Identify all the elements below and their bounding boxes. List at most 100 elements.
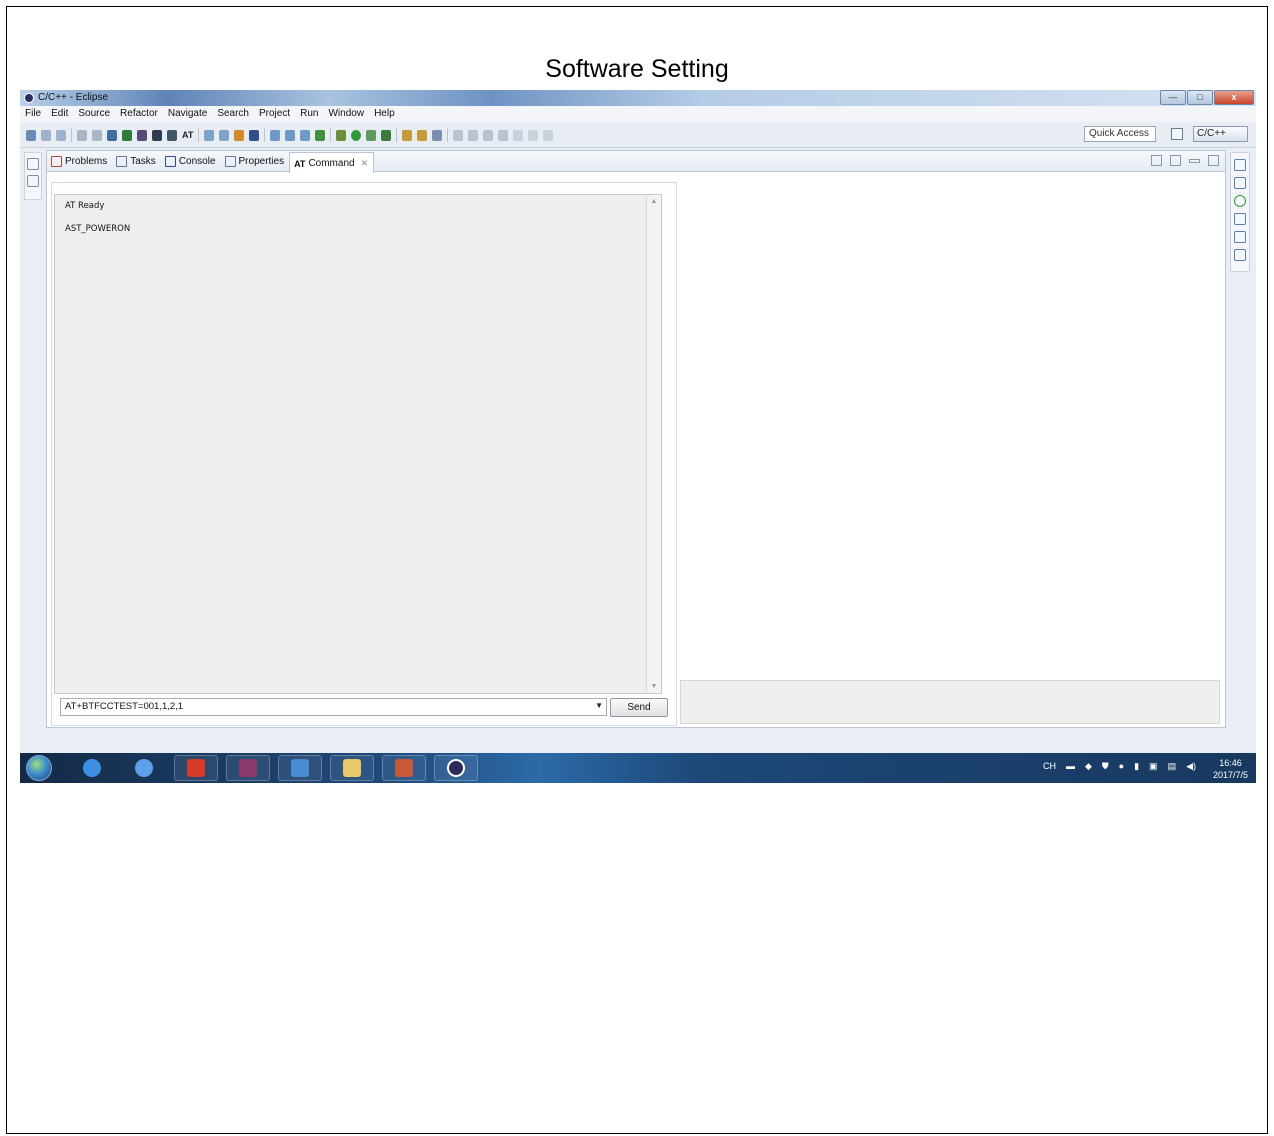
new-folder-icon[interactable]: [285, 129, 296, 141]
folder-trim-icon[interactable]: [27, 175, 39, 187]
restore-icon[interactable]: [1234, 231, 1246, 243]
save-icon[interactable]: [41, 129, 51, 141]
close-button[interactable]: x: [1214, 90, 1254, 105]
pin-icon[interactable]: [1170, 155, 1181, 166]
security-icon[interactable]: ◆: [1085, 761, 1092, 772]
clock[interactable]: 16:46 2017/7/5: [1213, 757, 1248, 781]
debug-run-icon[interactable]: [336, 129, 347, 141]
maximize-view-icon[interactable]: [1208, 155, 1219, 166]
keyboard-icon[interactable]: ▬: [1066, 761, 1075, 772]
new-source-icon[interactable]: [300, 129, 311, 141]
open-perspective-icon[interactable]: [1171, 128, 1183, 140]
restore-icon[interactable]: [1234, 159, 1246, 171]
at-command-icon[interactable]: AT: [182, 130, 193, 140]
bug-icon[interactable]: [137, 129, 147, 141]
monitor-icon[interactable]: [152, 129, 162, 141]
grid-icon[interactable]: [167, 129, 177, 141]
make-target-icon[interactable]: [1234, 195, 1246, 207]
toolbar-separator: [198, 128, 200, 142]
taskbar-app[interactable]: [434, 755, 478, 781]
menu-refactor[interactable]: Refactor: [115, 106, 163, 122]
next-annotation-icon[interactable]: [483, 129, 494, 141]
right-input-pane[interactable]: [680, 680, 1220, 724]
pen-icon[interactable]: [432, 129, 443, 141]
menu-source[interactable]: Source: [73, 106, 115, 122]
scroll-up-icon[interactable]: ▲: [647, 198, 661, 205]
taskbar-app[interactable]: [382, 755, 426, 781]
tab-at-command[interactable]: AT Command ✕: [289, 152, 375, 173]
network-tray-icon[interactable]: ▣: [1149, 761, 1158, 772]
menu-window[interactable]: Window: [323, 106, 369, 122]
hammer-icon[interactable]: [92, 129, 102, 141]
menu-project[interactable]: Project: [254, 106, 295, 122]
display-icon[interactable]: ▤: [1168, 761, 1177, 772]
vertical-scrollbar[interactable]: ▲ ▼: [646, 195, 661, 693]
build-icon[interactable]: [77, 129, 87, 141]
tasks-icon: [116, 155, 128, 167]
output-area[interactable]: AT Ready AST_POWERON ▲ ▼: [54, 194, 662, 694]
taskbar-app[interactable]: [122, 755, 166, 781]
outline-icon[interactable]: [1234, 177, 1246, 189]
menu-help[interactable]: Help: [369, 106, 400, 122]
save-all-icon[interactable]: [56, 129, 66, 141]
restore-icon[interactable]: [27, 158, 39, 170]
open-folder-icon[interactable]: [402, 129, 413, 141]
tab-console[interactable]: Console: [161, 151, 221, 170]
close-tab-icon[interactable]: ✕: [361, 158, 369, 169]
last-edit-icon[interactable]: [513, 129, 524, 141]
taskbar-app[interactable]: [226, 755, 270, 781]
chip-icon[interactable]: [122, 129, 132, 141]
minimize-view-icon[interactable]: [1189, 159, 1200, 163]
open-project-icon[interactable]: [417, 129, 428, 141]
scroll-down-icon[interactable]: ▼: [647, 683, 661, 690]
refresh-icon[interactable]: [315, 129, 326, 141]
taskbar-app[interactable]: [70, 755, 114, 781]
language-indicator[interactable]: CH: [1043, 761, 1056, 772]
eclipse-icon: [24, 93, 34, 103]
quick-access-input[interactable]: Quick Access: [1084, 126, 1156, 142]
back-icon[interactable]: [528, 129, 539, 141]
debug-icon[interactable]: [107, 129, 117, 141]
forward-icon[interactable]: [543, 129, 554, 141]
external-tools-icon[interactable]: [381, 129, 392, 141]
tab-problems[interactable]: Problems: [47, 151, 112, 170]
tab-properties[interactable]: Properties: [221, 151, 290, 170]
menu-run[interactable]: Run: [295, 106, 323, 122]
chevron-down-icon[interactable]: ▼: [595, 701, 603, 710]
at-icon: AT: [294, 158, 306, 169]
mark-icon[interactable]: [468, 129, 479, 141]
open-type-icon[interactable]: [204, 129, 215, 141]
taskbar-app[interactable]: [330, 755, 374, 781]
new-class-icon[interactable]: [270, 129, 281, 141]
terminal-icon[interactable]: [219, 129, 230, 141]
menu-file[interactable]: File: [20, 106, 46, 122]
run-external-icon[interactable]: [249, 129, 260, 141]
maximize-button[interactable]: □: [1187, 90, 1213, 105]
toggle-icon[interactable]: [453, 129, 464, 141]
window-icon[interactable]: [1234, 249, 1246, 261]
menu-navigate[interactable]: Navigate: [163, 106, 212, 122]
perspective-button[interactable]: C/C++: [1193, 126, 1248, 142]
menu-search[interactable]: Search: [212, 106, 254, 122]
coverage-icon[interactable]: [366, 129, 377, 141]
view-menu-icon[interactable]: [1151, 155, 1162, 166]
command-input[interactable]: AT+BTFCCTEST=001,1,2,1 ▼: [60, 698, 607, 716]
document-icon[interactable]: [1234, 213, 1246, 225]
menu-edit[interactable]: Edit: [46, 106, 73, 122]
minimize-button[interactable]: —: [1160, 90, 1186, 105]
send-button[interactable]: Send: [610, 698, 668, 717]
folder-icon: [343, 759, 361, 777]
app-tray-icon[interactable]: ●: [1119, 761, 1124, 772]
start-button[interactable]: [26, 755, 52, 781]
wizard-icon[interactable]: [234, 129, 245, 141]
new-icon[interactable]: [26, 129, 36, 141]
taskbar-app[interactable]: [174, 755, 218, 781]
volume-icon[interactable]: ◀): [1186, 761, 1196, 772]
tab-tasks[interactable]: Tasks: [112, 151, 161, 170]
temperature-icon[interactable]: ▮: [1134, 761, 1139, 772]
prev-annotation-icon[interactable]: [498, 129, 509, 141]
taskbar-app[interactable]: [278, 755, 322, 781]
run-icon[interactable]: [351, 129, 362, 141]
winrar-icon: [239, 759, 257, 777]
shield-icon[interactable]: ⛊: [1102, 761, 1109, 772]
